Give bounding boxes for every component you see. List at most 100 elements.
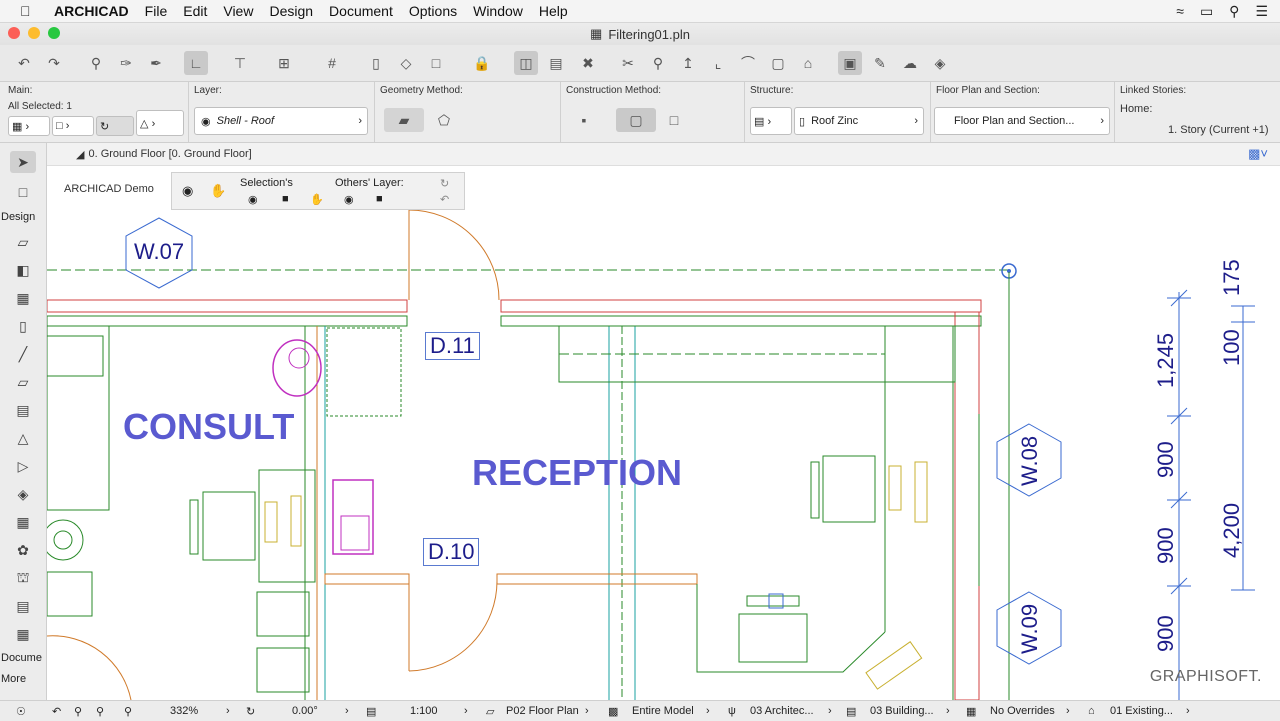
geometry-rectangular-icon[interactable]: ▰	[384, 108, 424, 132]
elevate-icon[interactable]: ↥	[676, 51, 700, 75]
mesh-tool-icon[interactable]: ▤	[10, 595, 36, 617]
refresh-icon[interactable]: ↻	[440, 177, 449, 190]
construction-eave-icon[interactable]: □	[662, 108, 686, 132]
renovation-value[interactable]: 01 Existing...	[1110, 701, 1173, 721]
menu-help[interactable]: Help	[539, 3, 568, 19]
construction-slope-icon[interactable]: ▢	[616, 108, 656, 132]
railing-tool-icon[interactable]: ▦	[10, 623, 36, 645]
dimension-text[interactable]: 175	[1219, 259, 1245, 296]
roof-tool-icon[interactable]: △	[10, 427, 36, 449]
guide-lines-icon[interactable]: ∟	[184, 51, 208, 75]
wifi-icon[interactable]: ≈	[1176, 3, 1184, 19]
render-icon[interactable]: ☁	[898, 51, 922, 75]
grid-snap-icon[interactable]: #	[320, 51, 344, 75]
window-tag-w07[interactable]: W.07	[134, 239, 184, 265]
angle-value[interactable]: 0.00°	[292, 701, 318, 721]
door-tool-icon[interactable]: ◧	[10, 259, 36, 281]
explode-icon[interactable]: ▢	[766, 51, 790, 75]
window-tag-w08[interactable]: W.08	[1017, 436, 1043, 486]
selection-hand-icon[interactable]: ✋	[310, 193, 324, 206]
menu-file[interactable]: File	[145, 3, 168, 19]
rotate-field[interactable]: ↻	[96, 116, 134, 136]
menu-options[interactable]: Options	[409, 3, 457, 19]
arrow-tool-icon[interactable]: ➤	[10, 151, 36, 173]
zoom-button[interactable]	[48, 27, 60, 39]
close-button[interactable]	[8, 27, 20, 39]
dimension-text[interactable]: 4,200	[1219, 503, 1245, 558]
home-value[interactable]: 1. Story (Current +1)	[1168, 124, 1269, 136]
pen-set-value[interactable]: 03 Building...	[870, 701, 934, 721]
gravity-icon[interactable]: ▯	[364, 51, 388, 75]
geometry-polygonal-icon[interactable]: ⬠	[432, 108, 456, 132]
dimension-text[interactable]: 100	[1219, 329, 1245, 366]
scale-value[interactable]: 1:100	[410, 701, 438, 721]
beam-tool-icon[interactable]: ╱	[10, 343, 36, 365]
zone-tool-icon[interactable]: ⛫	[10, 567, 36, 589]
marquee-tool-icon[interactable]: □	[10, 181, 36, 203]
pick-up-icon[interactable]: ✑	[114, 51, 138, 75]
chevron-right-icon[interactable]: ›	[828, 701, 832, 721]
offset-icon[interactable]: ⌞	[706, 51, 730, 75]
view-value[interactable]: P02 Floor Plan	[506, 701, 579, 721]
split-icon[interactable]: ✂	[616, 51, 640, 75]
roof-icon[interactable]: ⌂	[796, 51, 820, 75]
dimension-text[interactable]: 900	[1153, 527, 1179, 564]
chevron-right-icon[interactable]: ›	[946, 701, 950, 721]
floor-plan-canvas[interactable]: CONSULT RECEPTION D.11 D.10 W.07 W.08 W.…	[47, 166, 1280, 700]
marquee-field[interactable]: □ ›	[52, 116, 94, 136]
adjust-icon[interactable]: ✖	[576, 51, 600, 75]
dimension-text[interactable]: 900	[1153, 615, 1179, 652]
chevron-right-icon[interactable]: ›	[1186, 701, 1190, 721]
redo-icon[interactable]: ↷	[42, 51, 66, 75]
lock-icon[interactable]: 🔒	[470, 51, 494, 75]
find-select-icon[interactable]: ⚲	[84, 51, 108, 75]
curtain-wall-tool-icon[interactable]: ▦	[10, 511, 36, 533]
menu-design[interactable]: Design	[269, 3, 313, 19]
wall-tool-icon[interactable]: ▱	[10, 231, 36, 253]
app-menu[interactable]: ARCHICAD	[54, 3, 129, 19]
undo-icon[interactable]: ↶	[12, 51, 36, 75]
design-group-label[interactable]: Design	[0, 211, 47, 223]
dimension-text[interactable]: 1,245	[1153, 333, 1179, 388]
trace-icon[interactable]: □	[424, 51, 448, 75]
zoom-out-icon[interactable]: ⚲	[74, 701, 82, 721]
battery-icon[interactable]: ▭	[1200, 3, 1213, 20]
selection-field[interactable]: ▦ ›	[8, 116, 50, 136]
measure-icon[interactable]: ▤	[544, 51, 568, 75]
menu-document[interactable]: Document	[329, 3, 393, 19]
room-label-consult[interactable]: CONSULT	[123, 406, 294, 448]
rotate-view-icon[interactable]: ↻	[246, 701, 255, 721]
dimension-text[interactable]: 900	[1153, 441, 1179, 478]
shape-field[interactable]: △ ›	[136, 110, 184, 136]
eye-filter-icon[interactable]: ◉	[182, 183, 193, 199]
minimize-button[interactable]	[28, 27, 40, 39]
slab-tool-icon[interactable]: ▱	[10, 371, 36, 393]
tab-ground-floor[interactable]: ◢ 0. Ground Floor [0. Ground Floor]	[76, 143, 252, 165]
navigator-compass-icon[interactable]: ☉	[16, 701, 26, 721]
chevron-right-icon[interactable]: ›	[585, 701, 589, 721]
snap-guides-icon[interactable]: ⊤	[228, 51, 252, 75]
menu-edit[interactable]: Edit	[183, 3, 207, 19]
edit-icon[interactable]: ✎	[868, 51, 892, 75]
apple-menu-icon[interactable]: 	[20, 3, 38, 19]
group-icon[interactable]: ▣	[838, 51, 862, 75]
more-group-label[interactable]: More	[0, 673, 47, 685]
search-icon[interactable]: ⚲	[1229, 3, 1239, 20]
floorplan-field[interactable]: Floor Plan and Section... ›	[934, 107, 1110, 135]
structure-type-field[interactable]: ▤ ›	[750, 107, 792, 135]
layer-field[interactable]: ◉ Shell - Roof ›	[194, 107, 368, 135]
chevron-right-icon[interactable]: ›	[226, 701, 230, 721]
room-label-reception[interactable]: RECEPTION	[472, 452, 682, 494]
others-eye-icon[interactable]: ◉	[344, 193, 354, 206]
others-lock-icon[interactable]: ■	[376, 193, 383, 205]
intersect-icon[interactable]: ⚲	[646, 51, 670, 75]
shell-tool-icon[interactable]: ▷	[10, 455, 36, 477]
menu-window[interactable]: Window	[473, 3, 523, 19]
selection-lock-icon[interactable]: ■	[282, 193, 289, 205]
zoom-in-icon[interactable]: ⚲	[96, 701, 104, 721]
column-tool-icon[interactable]: ▯	[10, 315, 36, 337]
coordinates-icon[interactable]: ⊞	[272, 51, 296, 75]
window-tool-icon[interactable]: ▦	[10, 287, 36, 309]
door-tag-d10[interactable]: D.10	[423, 538, 480, 566]
overrides-value[interactable]: No Overrides	[990, 701, 1055, 721]
